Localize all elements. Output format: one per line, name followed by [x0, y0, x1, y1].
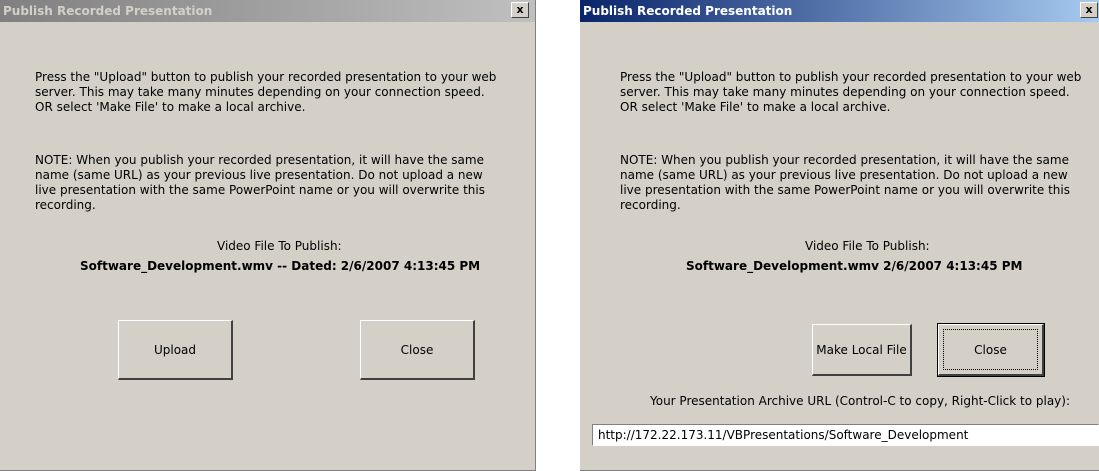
note-text: NOTE: When you publish your recorded pre… — [35, 153, 485, 212]
publish-dialog-inactive: Publish Recorded Presentation x Press th… — [0, 0, 536, 471]
upload-button[interactable]: Upload — [118, 320, 233, 380]
make-local-file-label: Make Local File — [816, 342, 907, 357]
video-file-name: Software_Development.wmv 2/6/2007 4:13:4… — [686, 259, 1023, 273]
close-button[interactable]: Close — [937, 323, 1045, 377]
note-text: NOTE: When you publish your recorded pre… — [620, 153, 1070, 212]
close-icon[interactable]: x — [511, 2, 529, 18]
video-file-name: Software_Development.wmv -- Dated: 2/6/2… — [80, 259, 481, 273]
title-bar[interactable]: Publish Recorded Presentation x — [580, 0, 1099, 22]
archive-url-label: Your Presentation Archive URL (Control-C… — [650, 394, 1071, 408]
focus-rectangle — [943, 329, 1038, 370]
close-icon[interactable]: x — [1080, 2, 1098, 18]
window-title: Publish Recorded Presentation — [3, 4, 213, 18]
window-title: Publish Recorded Presentation — [583, 4, 793, 18]
instructions-text: Press the "Upload" button to publish you… — [35, 70, 497, 114]
make-local-file-button[interactable]: Make Local File — [812, 324, 912, 376]
video-file-label: Video File To Publish: — [217, 239, 342, 253]
title-bar[interactable]: Publish Recorded Presentation x — [0, 0, 535, 22]
publish-dialog-active: Publish Recorded Presentation x Press th… — [580, 0, 1099, 471]
close-button-label: Close — [400, 342, 434, 357]
instructions-text: Press the "Upload" button to publish you… — [620, 70, 1082, 114]
video-file-label: Video File To Publish: — [805, 239, 930, 253]
upload-button-label: Upload — [153, 342, 197, 357]
archive-url-field[interactable]: http://172.22.173.11/VBPresentations/Sof… — [592, 424, 1099, 446]
close-button[interactable]: Close — [360, 320, 475, 380]
